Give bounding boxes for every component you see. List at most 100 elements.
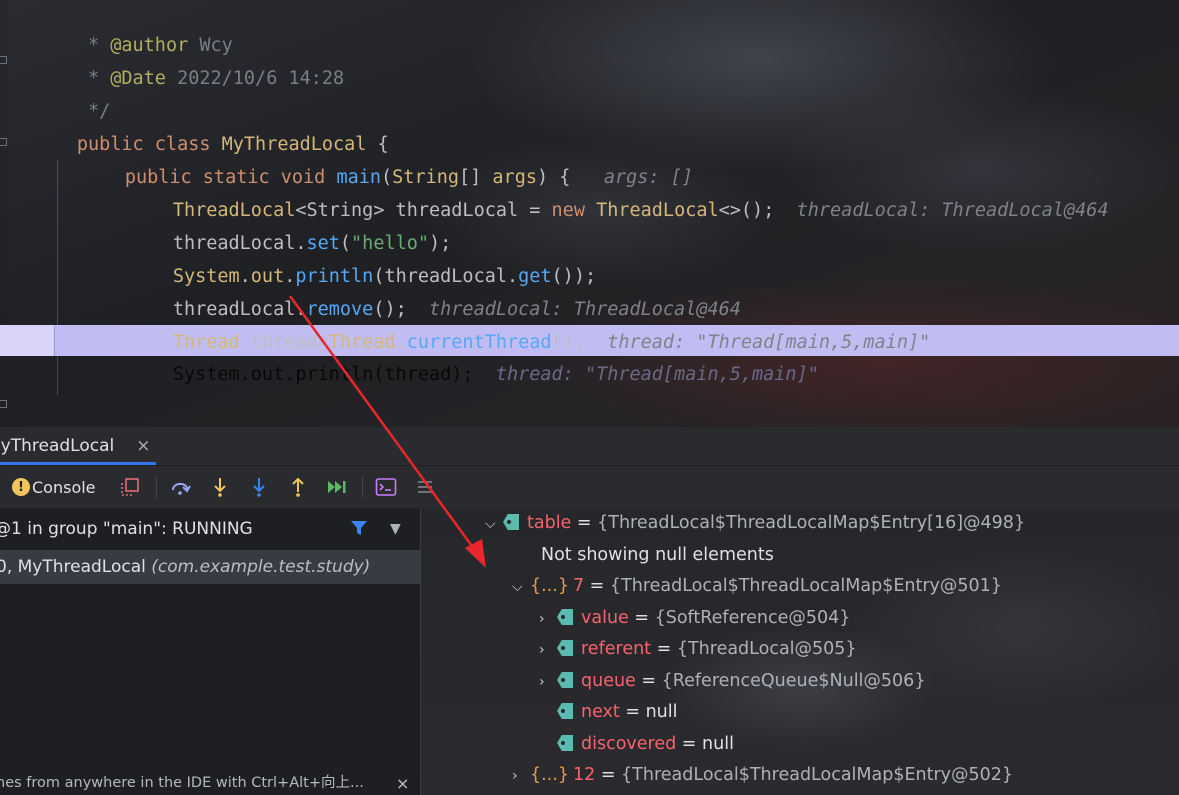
variable-row-table[interactable]: ⌵ table = {ThreadLocal$ThreadLocalMap$Ent… (485, 508, 1025, 539)
variable-value: {ReferenceQueue$Null@506} (661, 671, 926, 691)
field-tag-icon (503, 514, 519, 530)
variable-name: 7 (572, 576, 585, 596)
tab-label: MyThreadLocal (0, 436, 115, 456)
run-to-cursor-icon (328, 481, 346, 493)
code-line[interactable]: * @author Wcy (10, 0, 233, 56)
code-line[interactable]: threadLocal.set("hello"); (106, 194, 451, 254)
close-icon[interactable]: × (136, 427, 150, 465)
variable-row-entry-7[interactable]: ⌵ {...} 7 = {ThreadLocal$ThreadLocalMap$En… (512, 571, 1002, 602)
variable-name: 12 (572, 765, 596, 785)
chevron-down-icon[interactable]: ⌵ (512, 572, 530, 603)
stack-frame-row[interactable]: 0, MyThreadLocal (com.example.test.study… (0, 550, 420, 584)
code-line[interactable]: ThreadLocal<String> threadLocal = new Th… (106, 161, 1109, 221)
array-element-icon: {...} (530, 765, 569, 785)
variable-row-value[interactable]: › value = {SoftReference@504} (539, 603, 850, 634)
note-text: Not showing null elements (541, 545, 774, 565)
code-line[interactable]: Thread thread=Thread.currentThread(); th… (106, 293, 930, 353)
variable-value: {ThreadLocal@505} (676, 639, 857, 659)
toolbar-separator (362, 476, 363, 498)
toolbar-separator (156, 476, 157, 498)
variable-name: referent (581, 639, 652, 659)
frames-panel: @1 in group "main": RUNNING ▼ 0, MyThrea… (0, 508, 421, 795)
thread-status: @1 in group "main": RUNNING (0, 519, 253, 539)
variable-value: {ThreadLocal$ThreadLocalMap$Entry[16]@49… (597, 513, 1026, 533)
equals-sign: = (635, 671, 662, 691)
close-icon[interactable]: × (396, 772, 409, 795)
null-elements-note: Not showing null elements (541, 540, 774, 571)
variable-row-next[interactable]: next = null (557, 697, 678, 728)
terminal-icon (375, 478, 397, 496)
console-tab-button[interactable]: ! Console (12, 473, 96, 501)
fold-marker[interactable] (0, 56, 7, 64)
variable-row-referent[interactable]: › referent = {ThreadLocal@505} (539, 634, 857, 665)
step-out-icon (292, 477, 304, 497)
restore-layout-icon (121, 478, 139, 496)
run-to-cursor-button[interactable] (325, 473, 349, 501)
active-tab-indicator (0, 462, 156, 465)
equals-sign: = (676, 734, 703, 754)
warning-icon: ! (12, 478, 30, 496)
code-line[interactable]: public static void main(String[] args) {… (58, 128, 693, 188)
constructor: ThreadLocal (596, 200, 719, 221)
variable-value: {SoftReference@504} (654, 608, 851, 628)
field-tag-icon (557, 703, 573, 719)
equals-sign: = (571, 513, 598, 533)
chevron-down-icon[interactable]: ⌵ (485, 509, 503, 540)
editor-gutter[interactable] (0, 0, 8, 427)
execution-line-gutter (0, 325, 55, 356)
code-tail: <>(); (718, 200, 775, 221)
variable-row-entry-12[interactable]: › {...} 12 = {ThreadLocal$ThreadLocalMap$E… (512, 760, 1013, 791)
field-tag-icon (557, 640, 573, 656)
fold-marker[interactable] (0, 138, 7, 146)
chevron-right-icon[interactable]: › (539, 604, 557, 635)
console-label: Console (32, 477, 96, 497)
variable-value: {ThreadLocal$ThreadLocalMap$Entry@501} (609, 576, 1002, 596)
force-step-into-icon (253, 478, 265, 497)
hint-banner: nes from anywhere in the IDE with Ctrl+A… (0, 772, 420, 795)
code-line[interactable]: public class MyThreadLocal { (10, 95, 389, 155)
filter-icon[interactable] (350, 508, 368, 550)
step-over-button[interactable] (169, 473, 193, 501)
code-line[interactable]: } (58, 391, 136, 424)
code-line[interactable]: * @Date 2022/10/6 14:28 (10, 29, 344, 89)
variable-value: null (702, 734, 734, 754)
code-editor[interactable]: * @author Wcy * @Date 2022/10/6 14:28 */… (0, 0, 1179, 427)
javadoc-tag: @Date (110, 68, 166, 89)
field-tag-icon (557, 735, 573, 751)
debug-session-tab[interactable]: MyThreadLocal × (0, 427, 162, 465)
list-icon (418, 481, 432, 493)
more-actions-button[interactable] (413, 473, 437, 501)
step-into-button[interactable] (208, 473, 232, 501)
frame-method: 0, MyThreadLocal (0, 557, 152, 577)
step-into-icon (214, 478, 226, 497)
code-line-current[interactable]: System.out.println(thread); thread: "Thr… (106, 325, 819, 385)
code-line[interactable]: System.out.println(threadLocal.get()); (106, 227, 596, 287)
equals-sign: = (584, 576, 610, 596)
code-line[interactable]: */ (10, 62, 110, 122)
chevron-right-icon[interactable]: › (539, 635, 557, 666)
field-tag-icon (557, 672, 573, 688)
force-step-into-button[interactable] (247, 473, 271, 501)
javadoc-value: 2022/10/6 14:28 (165, 68, 345, 89)
variable-name: value (581, 608, 629, 628)
debug-tab-bar: MyThreadLocal × (0, 427, 1179, 466)
inline-debug-hint: threadLocal: ThreadLocal@464 (796, 200, 1109, 221)
chevron-right-icon[interactable]: › (512, 761, 530, 792)
chevron-down-icon[interactable]: ▼ (390, 508, 401, 550)
variable-row-discovered[interactable]: discovered = null (557, 729, 734, 760)
thread-selector[interactable]: @1 in group "main": RUNNING ▼ (0, 508, 420, 548)
variable-name: queue (581, 671, 636, 691)
step-out-button[interactable] (286, 473, 310, 501)
equals-sign: = (595, 765, 622, 785)
evaluate-expression-button[interactable] (374, 473, 398, 501)
inline-debug-hint: thread: "Thread[main,5,main]" (495, 364, 819, 385)
keyword: new (551, 200, 585, 221)
fold-marker[interactable] (0, 400, 7, 408)
layout-settings-button[interactable] (118, 473, 142, 501)
chevron-right-icon[interactable]: › (539, 667, 557, 698)
variable-row-queue[interactable]: › queue = {ReferenceQueue$Null@506} (539, 666, 925, 697)
ide-window: * @author Wcy * @Date 2022/10/6 14:28 */… (0, 0, 1179, 795)
code-line[interactable]: threadLocal.remove(); threadLocal: Threa… (106, 260, 741, 320)
variable-value: {ThreadLocal$ThreadLocalMap$Entry@502} (621, 765, 1014, 785)
variable-name: discovered (581, 734, 677, 754)
